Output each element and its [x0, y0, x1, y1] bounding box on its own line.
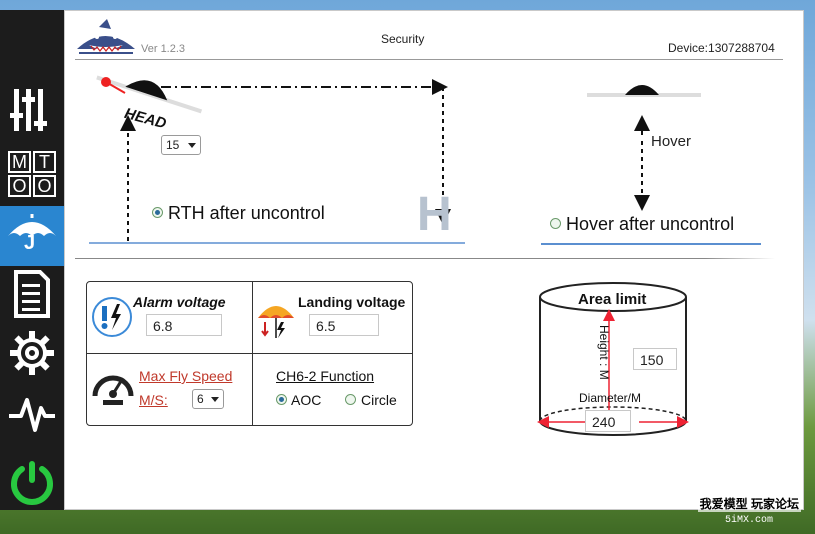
- mode-glyph: M: [8, 151, 31, 173]
- rth-height-value: 15: [166, 138, 180, 152]
- device-id: Device:1307288704: [668, 41, 775, 55]
- sidebar-item-sliders[interactable]: [0, 82, 64, 138]
- sidebar-item-monitor[interactable]: [0, 384, 64, 440]
- height-input[interactable]: 150: [633, 348, 677, 370]
- landing-voltage-input[interactable]: 6.5: [309, 314, 379, 336]
- landing-voltage-label: Landing voltage: [298, 294, 406, 310]
- area-limit-title: Area limit: [578, 291, 647, 308]
- diameter-label: Diameter/M: [579, 391, 642, 405]
- sidebar-item-power[interactable]: [0, 455, 64, 511]
- height-label: Height : M: [597, 325, 611, 380]
- diameter-input[interactable]: 240: [585, 410, 631, 432]
- landing-voltage-icon: [258, 306, 294, 338]
- power-icon: [11, 461, 53, 505]
- mode-glyph: O: [33, 175, 56, 197]
- document-icon: [14, 270, 50, 318]
- speedometer-icon: [92, 375, 134, 405]
- circle-radio[interactable]: [345, 394, 356, 405]
- max-speed-label: Max Fly Speed: [139, 368, 233, 384]
- pulse-icon: [9, 398, 55, 432]
- ch-function-label: CH6-2 Function: [276, 368, 375, 384]
- version-label: Ver 1.2.3: [141, 43, 186, 55]
- mode-glyph: O: [8, 175, 31, 197]
- hover-radio[interactable]: [550, 218, 561, 229]
- panel-hdivider: [87, 353, 412, 354]
- max-speed-select[interactable]: 6: [192, 389, 224, 409]
- landing-h-icon: H: [417, 188, 452, 241]
- header-divider: [75, 59, 783, 60]
- aoc-label: AOC: [291, 392, 322, 408]
- hover-label: Hover: [651, 133, 692, 150]
- mode-glyph: T: [33, 151, 56, 173]
- chevron-down-icon: [211, 397, 219, 402]
- alarm-voltage-input[interactable]: 6.8: [146, 314, 222, 336]
- rth-height-select[interactable]: 15: [161, 135, 201, 155]
- section-divider: [75, 258, 775, 259]
- watermark-url: 5iMX.com: [724, 515, 773, 526]
- mode-grid-icon: M T O O: [8, 151, 56, 197]
- voltage-panel: Alarm voltage 6.8 Landing voltage 6.5 Ma…: [86, 281, 413, 426]
- sidebar: M T O O J: [0, 10, 64, 510]
- rth-radio[interactable]: [152, 207, 163, 218]
- sidebar-item-log[interactable]: [0, 266, 64, 322]
- max-speed-unit-label: M/S:: [139, 392, 168, 408]
- hover-baseline: [541, 243, 761, 245]
- chevron-down-icon: [188, 143, 196, 148]
- security-window: Ver 1.2.3 Security Device:1307288704 HEA…: [64, 10, 804, 510]
- umbrella-handle-glyph: J: [24, 232, 36, 254]
- alarm-voltage-icon: [92, 297, 132, 337]
- rth-option-label: RTH after uncontrol: [168, 203, 325, 223]
- sidebar-item-settings[interactable]: [0, 325, 64, 381]
- shark-logo: [77, 19, 135, 54]
- gear-icon: [10, 331, 54, 375]
- watermark: 我爱模型 玩家论坛: [697, 495, 801, 512]
- sidebar-item-mode[interactable]: M T O O: [0, 145, 64, 201]
- page-title: Security: [381, 32, 425, 46]
- alarm-voltage-label: Alarm voltage: [133, 294, 226, 310]
- sidebar-item-security[interactable]: J: [0, 206, 64, 266]
- circle-label: Circle: [361, 392, 397, 408]
- max-speed-value: 6: [197, 392, 204, 406]
- aoc-radio[interactable]: [276, 394, 287, 405]
- hover-option-label: Hover after uncontrol: [566, 214, 735, 234]
- sliders-icon: [10, 89, 47, 131]
